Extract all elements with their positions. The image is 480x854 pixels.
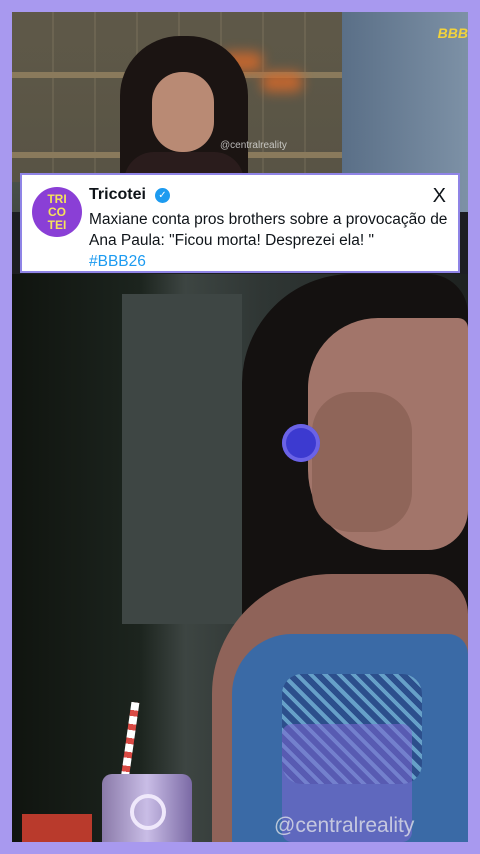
can-logo [130, 794, 166, 830]
avatar[interactable]: TRI CO TEI [32, 187, 82, 237]
video-frame: @centralreality @centralreality [12, 12, 468, 842]
tweet-body: Maxiane conta pros brothers sobre a prov… [89, 209, 449, 272]
person-face [152, 72, 214, 152]
tweet-text: Maxiane conta pros brothers sobre a prov… [89, 211, 448, 249]
author-name[interactable]: Tricotei [89, 186, 146, 204]
bbb-logo: BBB [437, 25, 468, 41]
watermark-main: @centralreality [274, 814, 415, 837]
tweet-card[interactable]: TRI CO TEI Tricotei ✓ X Maxiane conta pr… [20, 173, 460, 273]
watermark-top: @centralreality [220, 140, 287, 151]
ring [282, 424, 320, 462]
video-scene-main: @centralreality [12, 274, 468, 842]
light-glow [262, 72, 302, 92]
person-hand [312, 392, 412, 532]
red-bottle [22, 814, 92, 842]
background-pillar [122, 294, 242, 624]
hashtag-link[interactable]: #BBB26 [89, 253, 146, 270]
x-logo-icon[interactable]: X [433, 185, 446, 208]
verified-badge-icon: ✓ [155, 188, 170, 203]
avatar-text: TRI CO TEI [47, 191, 67, 232]
straw [120, 701, 140, 781]
